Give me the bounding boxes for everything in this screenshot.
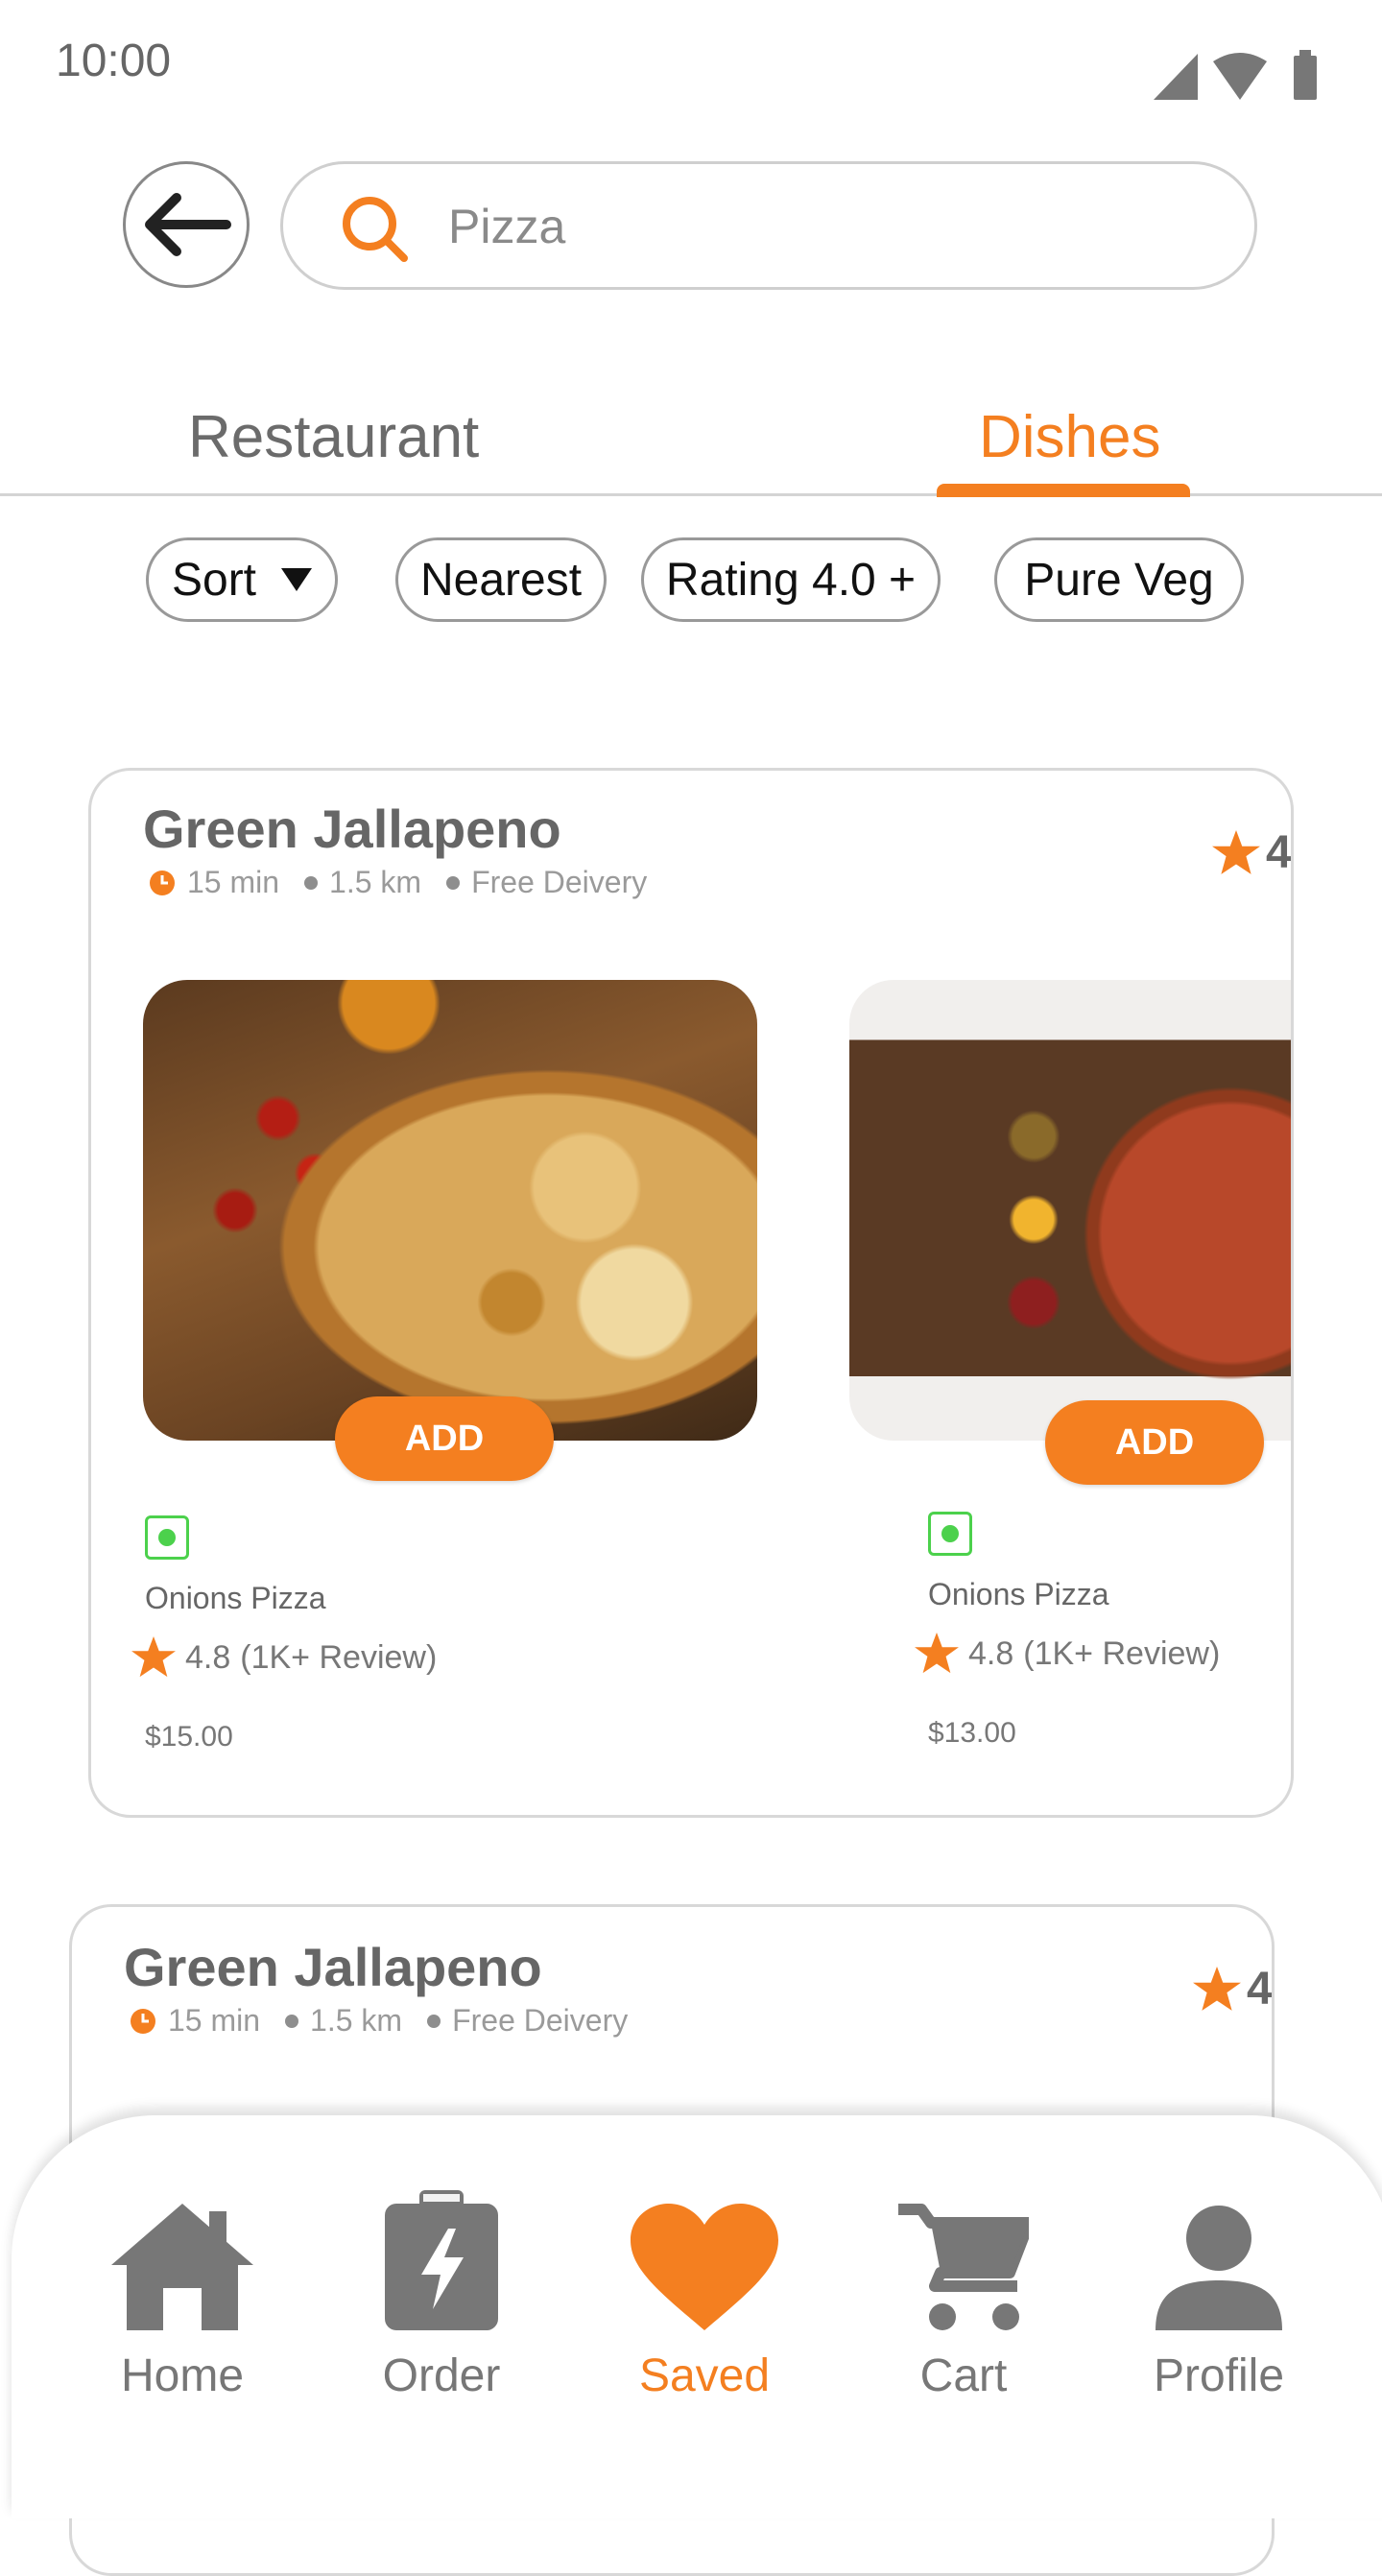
restaurant-rating: 4 bbox=[1193, 1963, 1273, 2015]
back-button[interactable] bbox=[123, 161, 250, 288]
nav-label: Order bbox=[382, 2350, 501, 2401]
dish-image[interactable] bbox=[143, 980, 757, 1441]
restaurant-name: Green Jallapeno bbox=[143, 799, 561, 859]
search-bar[interactable] bbox=[280, 161, 1257, 290]
restaurant-meta: 15 min 1.5 km Free Deivery bbox=[149, 865, 647, 900]
star-icon bbox=[131, 1636, 176, 1678]
pure-veg-chip[interactable]: Pure Veg bbox=[994, 537, 1244, 622]
signal-icon bbox=[1154, 54, 1198, 100]
star-icon bbox=[1193, 1966, 1241, 2011]
home-icon bbox=[111, 2204, 253, 2330]
order-icon bbox=[385, 2190, 498, 2330]
dish-rating-value: 4.8 bbox=[968, 1634, 1014, 1672]
restaurant-meta: 15 min 1.5 km Free Deivery bbox=[130, 2003, 628, 2039]
distance: 1.5 km bbox=[329, 865, 422, 899]
dish-name: Onions Pizza bbox=[145, 1581, 326, 1615]
profile-icon bbox=[1156, 2206, 1282, 2330]
clock-icon bbox=[150, 870, 175, 895]
nav-cart[interactable]: Cart bbox=[858, 2186, 1069, 2402]
nav-saved[interactable]: Saved bbox=[599, 2186, 810, 2402]
veg-indicator-icon bbox=[928, 1512, 972, 1556]
dish-rating-value: 4.8 bbox=[185, 1638, 231, 1676]
separator-dot bbox=[427, 2014, 441, 2028]
separator-dot bbox=[446, 875, 461, 890]
status-time: 10:00 bbox=[56, 36, 172, 86]
dish-name: Onions Pizza bbox=[928, 1577, 1109, 1611]
nav-order[interactable]: Order bbox=[336, 2186, 547, 2402]
dish-reviews: (1K+ Review) bbox=[240, 1638, 438, 1676]
delivery-time: 15 min bbox=[187, 865, 280, 899]
dish-rating: 4.8 (1K+ Review) bbox=[915, 1633, 1220, 1675]
battery-icon bbox=[1294, 56, 1317, 100]
dish-rating: 4.8 (1K+ Review) bbox=[131, 1636, 437, 1679]
cart-icon bbox=[898, 2204, 1029, 2330]
search-icon bbox=[343, 197, 408, 262]
separator-dot bbox=[285, 2014, 299, 2028]
distance: 1.5 km bbox=[310, 2003, 403, 2038]
search-input[interactable] bbox=[446, 164, 1218, 289]
rating-chip-label: Rating 4.0 + bbox=[665, 554, 917, 606]
active-tab-indicator bbox=[937, 484, 1190, 497]
nearest-chip-label: Nearest bbox=[419, 554, 583, 606]
sort-chip-label: Sort bbox=[171, 554, 257, 606]
separator-dot bbox=[304, 875, 319, 890]
star-icon bbox=[1212, 829, 1260, 874]
add-button[interactable]: ADD bbox=[1045, 1400, 1264, 1485]
restaurant-rating-value: 4 bbox=[1266, 827, 1292, 878]
status-icons bbox=[1154, 50, 1317, 100]
nav-label: Profile bbox=[1153, 2350, 1285, 2401]
nav-profile[interactable]: Profile bbox=[1113, 2186, 1324, 2402]
nav-label: Home bbox=[120, 2350, 245, 2401]
arrow-left-icon bbox=[145, 193, 231, 256]
star-icon bbox=[915, 1633, 959, 1674]
tab-restaurant[interactable]: Restaurant bbox=[188, 403, 479, 471]
restaurant-card[interactable]: Green Jallapeno 15 min 1.5 km Free Deive… bbox=[88, 768, 1294, 1818]
dish-reviews: (1K+ Review) bbox=[1023, 1634, 1221, 1672]
restaurant-rating: 4 bbox=[1212, 826, 1292, 879]
sort-chip[interactable]: Sort bbox=[146, 537, 338, 622]
bottom-nav: Home Order Saved Cart Profile bbox=[12, 2115, 1382, 2518]
add-button[interactable]: ADD bbox=[335, 1396, 554, 1481]
dish-image[interactable] bbox=[849, 980, 1291, 1441]
clock-icon bbox=[131, 2008, 155, 2034]
pure-veg-chip-label: Pure Veg bbox=[1024, 554, 1214, 606]
heart-icon bbox=[631, 2204, 778, 2330]
nearest-chip[interactable]: Nearest bbox=[395, 537, 607, 622]
dish-price: $15.00 bbox=[145, 1721, 233, 1753]
tab-dishes[interactable]: Dishes bbox=[979, 403, 1161, 471]
delivery-fee: Free Deivery bbox=[471, 865, 648, 899]
nav-home[interactable]: Home bbox=[77, 2186, 288, 2402]
restaurant-name: Green Jallapeno bbox=[124, 1937, 542, 1997]
rating-chip[interactable]: Rating 4.0 + bbox=[641, 537, 941, 622]
nav-label: Saved bbox=[638, 2350, 771, 2401]
dish-price: $13.00 bbox=[928, 1717, 1016, 1749]
caret-down-icon bbox=[281, 568, 313, 591]
restaurant-rating-value: 4 bbox=[1247, 1964, 1273, 2015]
delivery-fee: Free Deivery bbox=[452, 2003, 629, 2038]
veg-indicator-icon bbox=[145, 1515, 189, 1560]
wifi-icon bbox=[1213, 53, 1267, 100]
nav-label: Cart bbox=[919, 2350, 1008, 2401]
delivery-time: 15 min bbox=[168, 2003, 261, 2038]
